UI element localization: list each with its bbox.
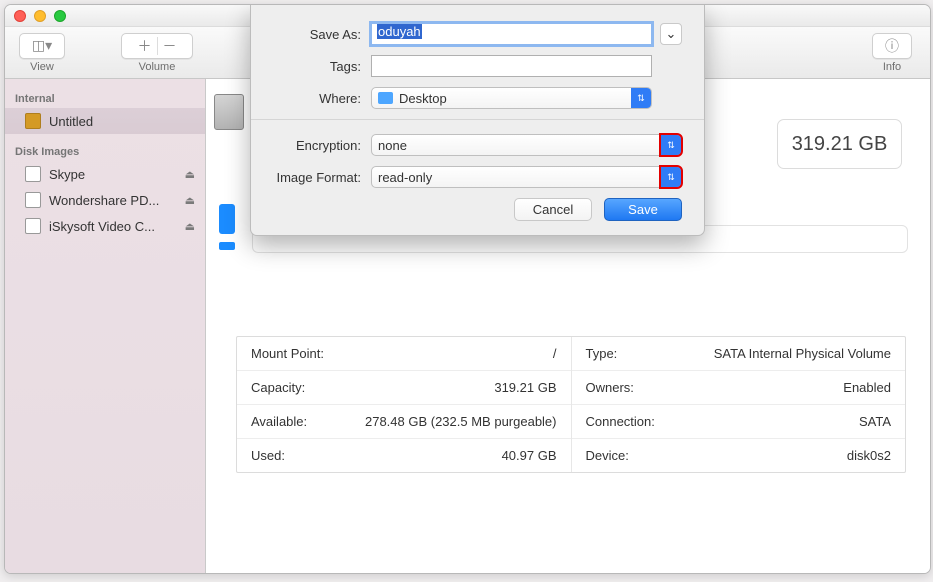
chevron-down-icon: ⌄ [666, 26, 677, 42]
save-as-label: Save As: [273, 27, 361, 42]
zoom-icon[interactable] [54, 10, 66, 22]
sidebar: Internal Untitled Disk Images Skype ⏏ Wo… [5, 79, 206, 573]
save-as-input[interactable]: oduyah [371, 23, 652, 45]
encryption-label: Encryption: [273, 138, 361, 153]
capacity-box: 319.21 GB [777, 119, 902, 169]
dropdown-arrows-icon: ⇅ [661, 135, 681, 155]
sidebar-section-disk-images: Disk Images [5, 140, 205, 161]
traffic-lights [14, 10, 66, 22]
details-right: Type:SATA Internal Physical Volume Owner… [572, 337, 906, 472]
sidebar-item-untitled[interactable]: Untitled [5, 108, 205, 134]
detail-row: Capacity:319.21 GB [237, 371, 571, 405]
toolbar-volume[interactable]: ＋ － Volume [121, 33, 193, 73]
detail-row: Owners:Enabled [572, 371, 906, 405]
sidebar-item-iskysoft[interactable]: iSkysoft Video C... ⏏ [5, 213, 205, 239]
sidebar-item-skype[interactable]: Skype ⏏ [5, 161, 205, 187]
sidebar-icon: ◫▾ [30, 34, 54, 58]
folder-icon [378, 92, 393, 104]
close-icon[interactable] [14, 10, 26, 22]
detail-row: Connection:SATA [572, 405, 906, 439]
disk-image-icon [25, 192, 41, 208]
expand-button[interactable]: ⌄ [660, 23, 682, 45]
volume-remove-icon: － [158, 34, 182, 58]
save-sheet: Save As: oduyah ⌄ Tags: Where: Desktop ⇅… [250, 5, 705, 236]
detail-row: Mount Point:/ [237, 337, 571, 371]
hd-icon [214, 94, 244, 130]
image-format-popup[interactable]: read-only ⇅ [371, 166, 682, 188]
toolbar-view[interactable]: ◫▾ View [19, 33, 65, 73]
dropdown-arrows-icon: ⇅ [661, 167, 681, 187]
disk-image-icon [25, 166, 41, 182]
usage-legend [219, 204, 235, 250]
detail-row: Type:SATA Internal Physical Volume [572, 337, 906, 371]
dropdown-arrows-icon: ⇅ [631, 88, 651, 108]
where-label: Where: [273, 91, 361, 106]
encryption-popup[interactable]: none ⇅ [371, 134, 682, 156]
detail-row: Used:40.97 GB [237, 439, 571, 472]
eject-icon[interactable]: ⏏ [185, 194, 195, 207]
tags-label: Tags: [273, 59, 361, 74]
app-window: Disk Utility ◫▾ View ＋ － Volume 🩺First A… [4, 4, 931, 574]
where-popup[interactable]: Desktop ⇅ [371, 87, 652, 109]
save-button[interactable]: Save [604, 198, 682, 221]
details-panel: Mount Point:/ Capacity:319.21 GB Availab… [236, 336, 906, 473]
details-left: Mount Point:/ Capacity:319.21 GB Availab… [237, 337, 572, 472]
tags-input[interactable] [371, 55, 652, 77]
toolbar-info[interactable]: ⓘ Info [872, 33, 912, 73]
disk-image-icon [25, 218, 41, 234]
detail-row: Device:disk0s2 [572, 439, 906, 472]
sidebar-section-internal: Internal [5, 87, 205, 108]
disk-icon [25, 113, 41, 129]
eject-icon[interactable]: ⏏ [185, 220, 195, 233]
detail-row: Available:278.48 GB (232.5 MB purgeable) [237, 405, 571, 439]
info-icon: ⓘ [880, 34, 904, 58]
eject-icon[interactable]: ⏏ [185, 168, 195, 181]
cancel-button[interactable]: Cancel [514, 198, 592, 221]
volume-add-icon: ＋ [133, 34, 157, 58]
sidebar-item-wondershare[interactable]: Wondershare PD... ⏏ [5, 187, 205, 213]
image-format-label: Image Format: [273, 170, 361, 185]
volume-hero [214, 94, 246, 234]
minimize-icon[interactable] [34, 10, 46, 22]
divider [251, 119, 704, 120]
